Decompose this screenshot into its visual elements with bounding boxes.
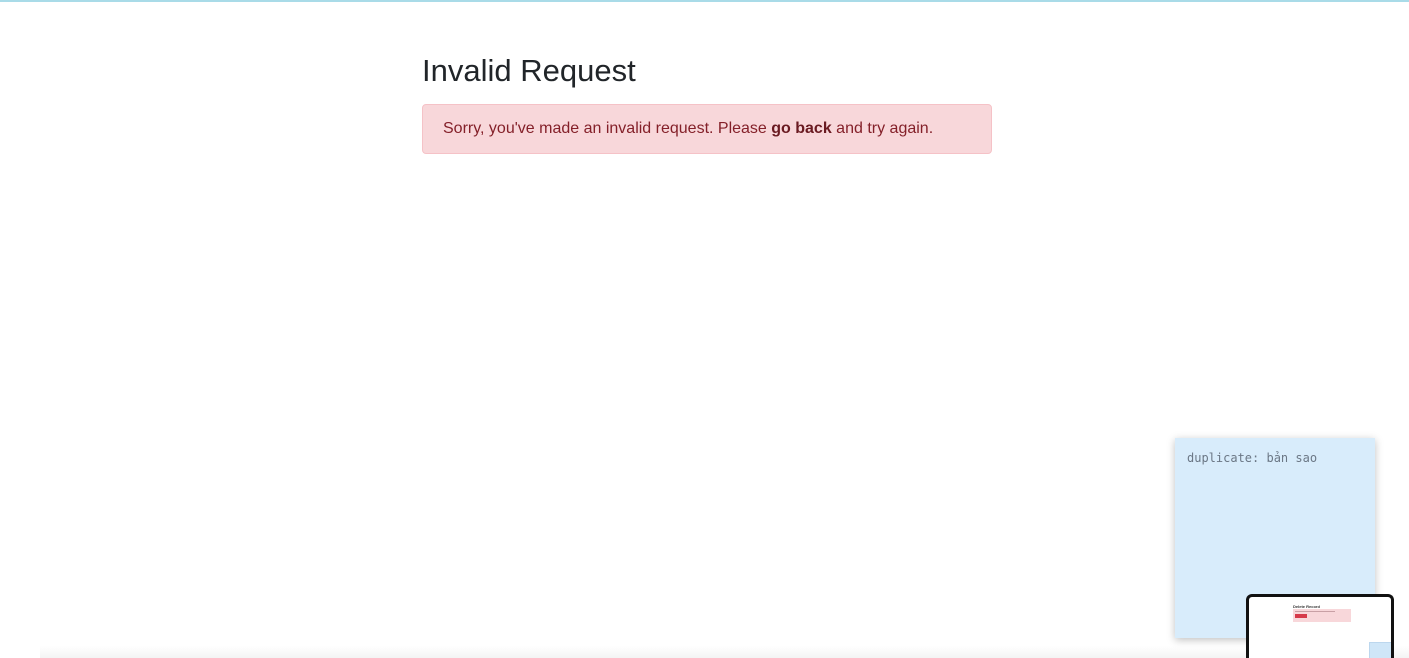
alert-text-before: Sorry, you've made an invalid request. P…	[443, 120, 772, 137]
alert-text-after: and try again.	[831, 120, 934, 137]
screenshot-thumbnail[interactable]: Delete Record	[1246, 594, 1394, 658]
go-back-link[interactable]: go back	[771, 120, 831, 137]
error-alert: Sorry, you've made an invalid request. P…	[422, 104, 992, 154]
thumbnail-button	[1295, 614, 1307, 618]
thumbnail-alert	[1293, 609, 1351, 622]
bottom-shadow	[40, 646, 1409, 658]
thumbnail-sticky-note	[1369, 642, 1391, 658]
main-content: Invalid Request Sorry, you've made an in…	[422, 48, 992, 154]
page-title: Invalid Request	[422, 53, 636, 88]
top-border-line	[0, 0, 1409, 2]
thumbnail-alert-line	[1295, 611, 1335, 612]
sticky-note-text: duplicate: bản sao	[1187, 451, 1318, 465]
